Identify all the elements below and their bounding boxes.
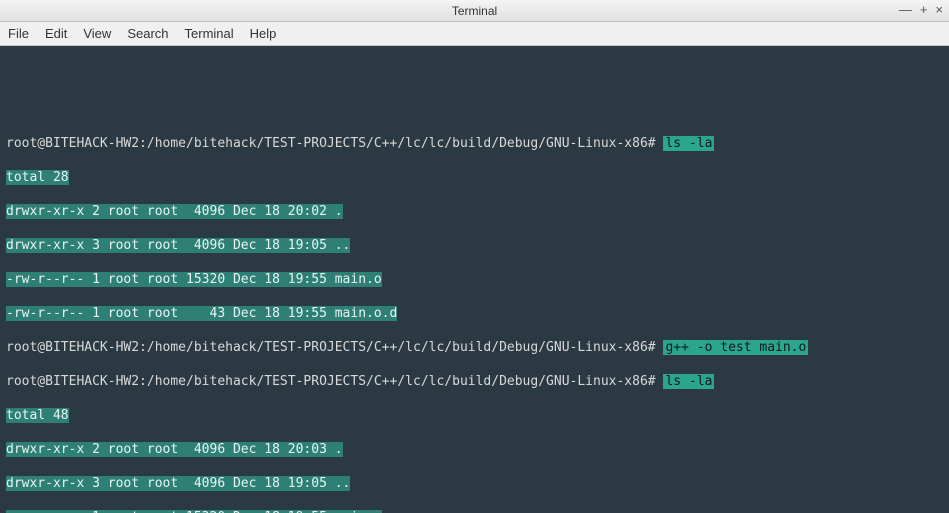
minimize-button[interactable]: —	[899, 3, 912, 16]
output-line: drwxr-xr-x 3 root root 4096 Dec 18 19:05…	[6, 237, 943, 254]
menu-search[interactable]: Search	[127, 26, 168, 41]
menu-help[interactable]: Help	[250, 26, 277, 41]
output-line: drwxr-xr-x 3 root root 4096 Dec 18 19:05…	[6, 475, 943, 492]
maximize-button[interactable]: +	[920, 3, 928, 16]
terminal-window: Terminal — + × File Edit View Search Ter…	[0, 0, 949, 513]
command: ls -la	[663, 136, 714, 151]
output-line: -rw-r--r-- 1 root root 15320 Dec 18 19:5…	[6, 509, 943, 513]
output-line: -rw-r--r-- 1 root root 15320 Dec 18 19:5…	[6, 271, 943, 288]
command: ls -la	[663, 374, 714, 389]
menu-terminal[interactable]: Terminal	[185, 26, 234, 41]
prompt-line: root@BITEHACK-HW2:/home/bitehack/TEST-PR…	[6, 373, 943, 390]
output-line: drwxr-xr-x 2 root root 4096 Dec 18 20:03…	[6, 441, 943, 458]
prompt-line: root@BITEHACK-HW2:/home/bitehack/TEST-PR…	[6, 135, 943, 152]
menu-edit[interactable]: Edit	[45, 26, 67, 41]
output-line: drwxr-xr-x 2 root root 4096 Dec 18 20:02…	[6, 203, 943, 220]
output-line: -rw-r--r-- 1 root root 43 Dec 18 19:55 m…	[6, 305, 943, 322]
menu-file[interactable]: File	[8, 26, 29, 41]
menu-view[interactable]: View	[83, 26, 111, 41]
titlebar[interactable]: Terminal — + ×	[0, 0, 949, 22]
command: g++ -o test main.o	[663, 340, 808, 355]
close-button[interactable]: ×	[935, 3, 943, 16]
window-controls: — + ×	[899, 3, 943, 16]
menubar: File Edit View Search Terminal Help	[0, 22, 949, 46]
window-title: Terminal	[452, 4, 497, 18]
prompt-line: root@BITEHACK-HW2:/home/bitehack/TEST-PR…	[6, 339, 943, 356]
output-line: total 48	[6, 407, 943, 424]
output-line: total 28	[6, 169, 943, 186]
terminal-viewport[interactable]: root@BITEHACK-HW2:/home/bitehack/TEST-PR…	[0, 46, 949, 513]
